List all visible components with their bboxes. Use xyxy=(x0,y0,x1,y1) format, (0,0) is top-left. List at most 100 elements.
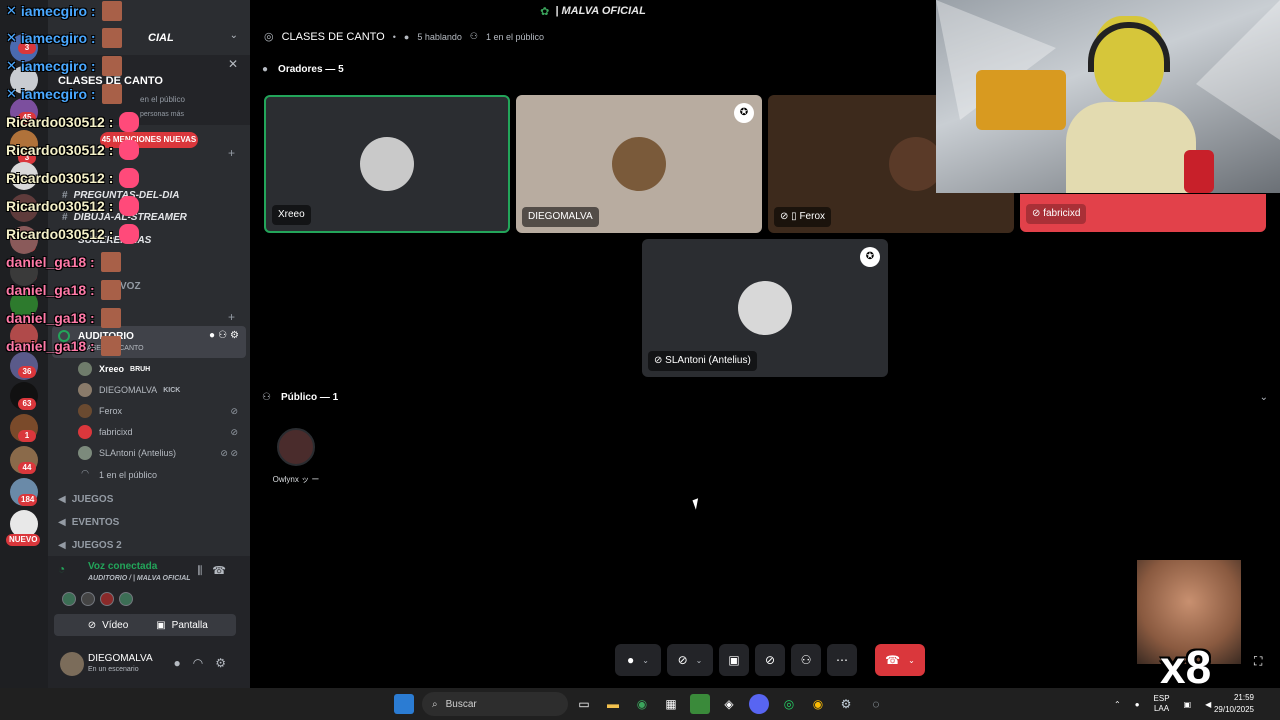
headphones-icon[interactable]: ◠ xyxy=(193,656,215,670)
add-icon[interactable]: + xyxy=(228,146,235,160)
gear-icon[interactable]: ⚙ xyxy=(230,330,242,341)
chat-message: ✕ iamecgiro : xyxy=(6,83,122,105)
muted-icons: ⊘ ⊘ xyxy=(220,447,238,458)
chat-message: daniel_ga18 : xyxy=(6,335,121,357)
invite-icon[interactable]: ⚇ xyxy=(218,330,230,341)
microphone-icon: ● xyxy=(627,653,635,667)
add-icon[interactable]: + xyxy=(228,310,235,324)
chat-message: Ricardo030512 : xyxy=(6,223,140,245)
member-tag: BRUH xyxy=(130,365,151,373)
public-header: ⚇ Público — 1 xyxy=(262,392,339,403)
activity-icon[interactable] xyxy=(81,592,95,606)
discord-icon[interactable] xyxy=(749,694,769,714)
avatar xyxy=(612,137,666,191)
category-voz[interactable]: VOZ xyxy=(120,281,141,292)
speaker-name: ⊘ ▯ Ferox xyxy=(774,207,832,227)
xbox-icon[interactable]: ◉ xyxy=(632,694,652,714)
invite-button[interactable]: ⚇ xyxy=(791,644,821,676)
gear-icon[interactable]: ⚙ xyxy=(215,656,238,670)
volume-icon[interactable]: ◀ xyxy=(1205,700,1211,709)
network-icon[interactable]: ▣ xyxy=(1184,700,1192,709)
steam-icon[interactable]: ⚙ xyxy=(836,694,856,714)
activity-icon[interactable] xyxy=(62,592,76,606)
disconnect-button[interactable]: ☎ ⌄ xyxy=(875,644,925,676)
chat-message: Ricardo030512 : xyxy=(6,195,140,217)
close-icon[interactable]: ✕ xyxy=(228,57,238,71)
microphone-button[interactable]: ● ⌄ xyxy=(615,644,661,676)
speaker-icon: ◀ xyxy=(58,517,66,528)
activity-icon[interactable] xyxy=(119,592,133,606)
screen-share-button[interactable]: ▣ Pantalla xyxy=(128,614,236,636)
voice-tools[interactable]: ⫼☎ xyxy=(197,564,236,578)
chevron-down-icon[interactable]: ⌄ xyxy=(1260,392,1268,403)
channel-tools[interactable]: ●⚇⚙ xyxy=(209,330,242,341)
chevron-up-icon[interactable]: ⌃ xyxy=(1114,700,1121,709)
category-juegos[interactable]: ◀ JUEGOS xyxy=(58,494,113,505)
leave-stage-button[interactable]: ⊘ xyxy=(755,644,785,676)
soundboard-icon[interactable]: ⫼ xyxy=(197,565,212,577)
activity-icon[interactable] xyxy=(100,592,114,606)
avatar[interactable] xyxy=(60,652,84,676)
speaker-tile[interactable]: Xreeo xyxy=(264,95,510,233)
member-item[interactable]: SLAntoni (Antelius) ⊘ ⊘ xyxy=(78,444,238,462)
member-item[interactable]: Ferox ⊘ xyxy=(78,402,238,420)
chrome-icon[interactable]: ◉ xyxy=(808,694,828,714)
member-item[interactable]: DIEGOMALVA KICK xyxy=(78,381,238,399)
member-item[interactable]: fabricixd ⊘ xyxy=(78,423,238,441)
user-name[interactable]: DIEGOMALVA xyxy=(88,653,153,664)
taskbar: ⌕ Buscar ▭ ▬ ◉ ▦ ◈ ◎ ◉ ⚙ ◌ ⌃ ● ESP LAA ▣ … xyxy=(0,688,1280,720)
microphone-icon[interactable]: ● xyxy=(1135,700,1140,709)
more-button[interactable]: ⋯ xyxy=(827,644,857,676)
chevron-down-icon[interactable]: ⌄ xyxy=(696,656,703,665)
microphone-icon: ● xyxy=(403,31,410,42)
task-view-icon[interactable]: ▭ xyxy=(574,694,594,714)
banner-note: personas más xyxy=(140,111,184,118)
unread-badge: 63 xyxy=(18,398,36,410)
leaf-icon: ✿ xyxy=(540,5,550,18)
voice-status[interactable]: Voz conectada xyxy=(88,561,157,572)
chevron-down-icon[interactable]: ⌄ xyxy=(230,30,238,41)
fullscreen-icon[interactable]: ⛶ xyxy=(1254,654,1262,669)
audience-member[interactable]: Owlynx ッ ー xyxy=(272,428,320,485)
chat-icon[interactable]: ● xyxy=(209,330,218,341)
x-icon: ✕ xyxy=(6,58,17,73)
chat-message: daniel_ga18 : xyxy=(6,307,121,329)
voice-location[interactable]: AUDITORIO / | MALVA OFICIAL xyxy=(88,575,191,582)
camera-off-icon: ⊘ xyxy=(654,355,666,366)
clock-time: 21:59 xyxy=(1233,693,1254,702)
capture-icon[interactable]: ◈ xyxy=(719,694,739,714)
user-tools[interactable]: ●◠⚙ xyxy=(174,656,239,670)
emote-image xyxy=(100,252,121,272)
file-explorer-icon[interactable]: ▬ xyxy=(603,694,623,714)
emote-image xyxy=(119,168,140,188)
microphone-icon: ● xyxy=(262,64,269,75)
camera-off-icon: ⊘ ▯ xyxy=(780,211,800,222)
whatsapp-icon[interactable]: ◎ xyxy=(779,694,799,714)
speaker-tile[interactable]: ✪ DIEGOMALVA xyxy=(516,95,762,233)
chevron-down-icon[interactable]: ⌄ xyxy=(642,656,649,665)
member-item[interactable]: Xreeo BRUH xyxy=(78,360,238,378)
taskbar-search[interactable]: ⌕ Buscar xyxy=(422,692,568,716)
system-tray: ⌃ ● ESP LAA ▣ ◀ xyxy=(1114,688,1211,720)
emote-image xyxy=(119,196,140,216)
screen-share-button[interactable]: ▣ xyxy=(719,644,749,676)
microphone-icon[interactable]: ● xyxy=(174,656,193,670)
avatar xyxy=(78,425,92,439)
chevron-down-icon[interactable]: ⌄ xyxy=(908,656,915,665)
category-juegos2[interactable]: ◀ JUEGOS 2 xyxy=(58,540,122,551)
category-eventos[interactable]: ◀ EVENTOS xyxy=(58,517,119,528)
disconnect-icon[interactable]: ☎ xyxy=(212,565,236,577)
emote-multiplier: x8 xyxy=(1160,641,1212,693)
speaker-tile[interactable]: ✪ ⊘ SLAntoni (Antelius) xyxy=(642,239,888,377)
signal-icon[interactable]: ◔ xyxy=(58,562,65,576)
audience-count[interactable]: ◠ 1 en el público xyxy=(78,466,238,484)
speaker-tile[interactable]: ⊘ fabricixd xyxy=(1020,194,1266,232)
minecraft-icon[interactable] xyxy=(690,694,710,714)
app-icon[interactable]: ◌ xyxy=(866,694,886,714)
new-badge: NUEVO xyxy=(6,534,41,546)
windows-start-icon[interactable] xyxy=(394,694,414,714)
store-icon[interactable]: ▦ xyxy=(661,694,681,714)
camera-button[interactable]: ⊘ ⌄ xyxy=(667,644,713,676)
taskbar-clock[interactable]: 21:59 29/10/2025 xyxy=(1214,692,1254,716)
language-indicator[interactable]: ESP LAA xyxy=(1154,694,1170,714)
